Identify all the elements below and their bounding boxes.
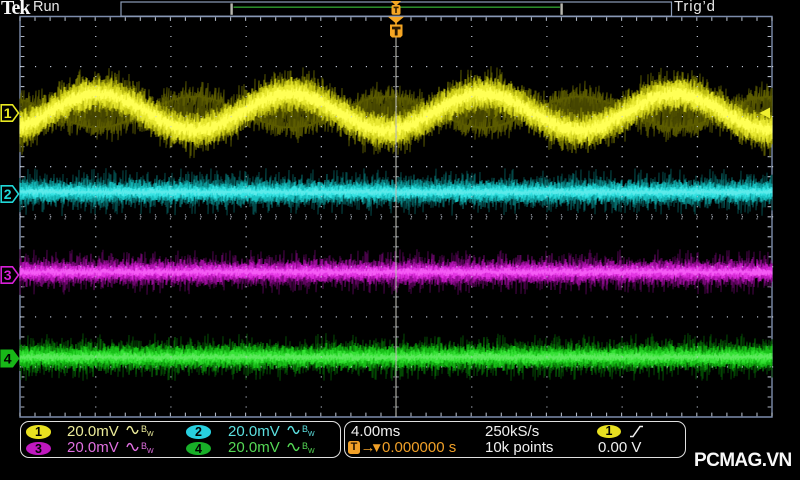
svg-text:W: W [308, 431, 315, 438]
svg-text:4: 4 [4, 351, 12, 367]
svg-text:1: 1 [4, 105, 12, 121]
svg-text:W: W [147, 431, 154, 438]
svg-text:3: 3 [4, 267, 12, 283]
svg-text:2: 2 [4, 186, 12, 202]
svg-text:W: W [147, 448, 154, 455]
svg-text:W: W [308, 448, 315, 455]
